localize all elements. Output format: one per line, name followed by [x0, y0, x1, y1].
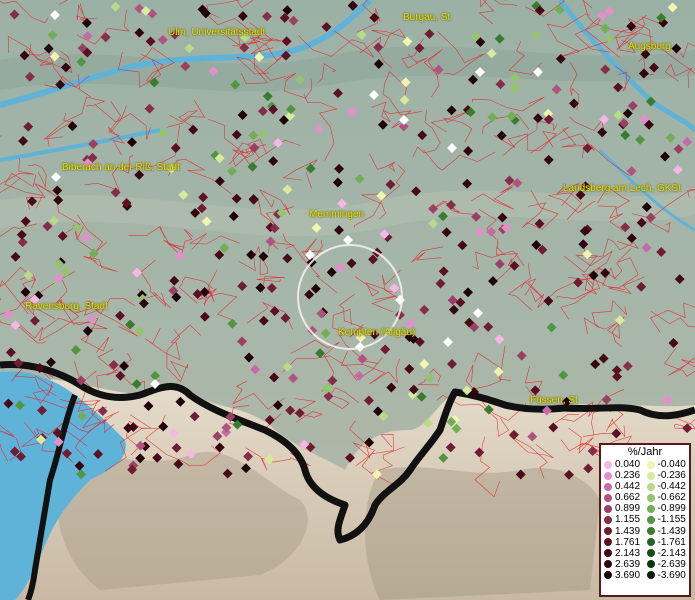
- legend-value: -1.155: [657, 514, 686, 526]
- legend-swatch: [604, 460, 612, 469]
- legend-value: 0.662: [615, 492, 641, 504]
- legend-row: -2.639: [646, 558, 690, 570]
- legend-value: -0.040: [657, 459, 686, 470]
- city-label-biberach: Biberach an der Riß, Stadt: [62, 162, 180, 173]
- legend-value: 0.442: [615, 481, 641, 493]
- legend-swatch: [646, 471, 655, 480]
- legend-swatch: [604, 538, 612, 547]
- legend-row: -1.761: [646, 536, 690, 548]
- legend-value: 2.639: [615, 558, 641, 570]
- legend-row: -0.442: [646, 481, 690, 493]
- legend-value: -0.662: [657, 492, 686, 504]
- alps-shade: [365, 467, 600, 600]
- legend-negative-column: -0.040 -0.236 -0.442 -0.662 -0.899 -1.155 -1.4…: [646, 459, 690, 581]
- legend: %/Jahr 0.040 0.236 0.442 0.662 0.899 1.155 1.4…: [599, 443, 691, 597]
- legend-swatch: [604, 516, 612, 525]
- legend-swatch: [646, 527, 655, 536]
- legend-row: -1.439: [646, 525, 690, 537]
- legend-swatch: [646, 460, 655, 469]
- legend-value: -2.639: [657, 558, 686, 570]
- legend-value: -0.899: [657, 503, 686, 515]
- legend-row: 2.143: [604, 548, 647, 559]
- legend-row: 0.040: [604, 459, 647, 470]
- legend-row: -0.236: [646, 470, 690, 482]
- city-label-augsburg: Augsburg: [628, 41, 671, 52]
- city-label-kempten: Kempten (Allgäu): [338, 327, 416, 338]
- legend-row: 2.639: [604, 559, 647, 570]
- city-label-fuessen: Füssen, St: [530, 395, 578, 406]
- legend-row: 3.690: [604, 570, 647, 581]
- legend-value: 1.761: [615, 536, 641, 548]
- city-label-ulm: Ulm, Universitätsstadt: [168, 27, 266, 38]
- legend-swatch: [646, 482, 655, 491]
- legend-row: 1.761: [604, 537, 647, 548]
- city-label-ravensburg: Ravensburg, Stadt: [25, 301, 108, 312]
- legend-value: 1.155: [615, 514, 641, 526]
- legend-swatch: [604, 560, 612, 569]
- legend-row: -3.690: [646, 569, 690, 581]
- map-view[interactable]: Ulm, Universitätsstadt Burgau, St Augsbu…: [0, 0, 695, 600]
- legend-value: -3.690: [657, 569, 686, 581]
- legend-swatch: [604, 571, 612, 580]
- legend-row: 0.662: [604, 492, 647, 503]
- legend-row: 0.442: [604, 481, 647, 492]
- legend-value: 2.143: [615, 547, 641, 559]
- legend-row: 1.439: [604, 526, 647, 537]
- legend-swatch: [604, 504, 612, 513]
- legend-row: -1.155: [646, 514, 690, 526]
- legend-value: -0.236: [657, 470, 686, 482]
- legend-swatch: [604, 549, 612, 558]
- legend-value: 0.236: [615, 470, 641, 482]
- legend-row: -0.662: [646, 492, 690, 504]
- legend-title: %/Jahr: [627, 446, 663, 458]
- legend-swatch: [646, 538, 655, 547]
- legend-row: -2.143: [646, 547, 690, 559]
- legend-swatch: [646, 549, 655, 558]
- legend-row: 0.899: [604, 503, 647, 514]
- legend-swatch: [604, 482, 612, 491]
- legend-value: -1.761: [657, 536, 686, 548]
- legend-value: 0.899: [615, 503, 641, 515]
- legend-row: 1.155: [604, 514, 647, 525]
- legend-swatch: [646, 516, 655, 525]
- legend-positive-column: 0.040 0.236 0.442 0.662 0.899 1.155 1.439 1.761…: [604, 459, 647, 581]
- legend-value: -2.143: [657, 547, 686, 559]
- map-canvas: [0, 0, 695, 600]
- legend-swatch: [604, 471, 612, 480]
- legend-row: -0.899: [646, 503, 690, 515]
- city-label-landsberg: Landsberg am Lech, GKSt: [563, 183, 681, 194]
- legend-value: 1.439: [615, 525, 641, 537]
- city-label-burgau: Burgau, St: [403, 12, 451, 23]
- legend-row: 0.236: [604, 470, 647, 481]
- legend-swatch: [646, 571, 655, 580]
- legend-swatch: [604, 493, 612, 502]
- legend-swatch: [604, 527, 612, 536]
- legend-value: 0.040: [615, 459, 641, 470]
- city-label-memmingen: Memmingen: [309, 209, 365, 220]
- legend-value: -0.442: [657, 481, 686, 493]
- legend-value: -1.439: [657, 525, 686, 537]
- legend-row: -0.040: [646, 459, 690, 470]
- legend-swatch: [646, 504, 655, 513]
- legend-value: 3.690: [615, 569, 641, 581]
- legend-rows: 0.040 0.236 0.442 0.662 0.899 1.155 1.439 1.761…: [601, 459, 689, 581]
- legend-swatch: [646, 560, 655, 569]
- legend-swatch: [646, 493, 655, 502]
